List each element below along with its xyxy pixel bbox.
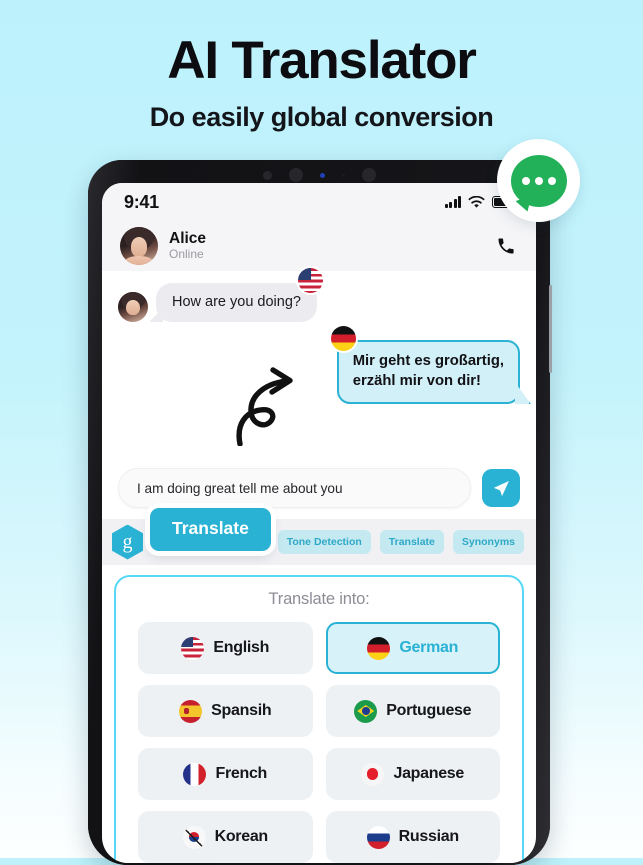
language-label: Russian (398, 828, 459, 845)
send-paper-plane-icon (493, 480, 509, 496)
language-grid: English German Spansih Portuguese French (138, 622, 500, 863)
curved-arrow-icon (220, 366, 306, 451)
device-side-button[interactable] (549, 285, 552, 373)
germany-flag-icon (367, 636, 391, 660)
language-option-english[interactable]: English (138, 622, 313, 674)
language-label: Portuguese (386, 702, 472, 719)
camera-microphone-icon (341, 173, 345, 177)
incoming-bubble-wrap: How are you doing? (156, 268, 323, 322)
incoming-message-text[interactable]: How are you doing? (156, 283, 317, 322)
contact-info: Alice Online (169, 230, 206, 262)
message-row-incoming: How are you doing? (118, 268, 520, 322)
spain-flag-icon (179, 699, 203, 723)
france-flag-icon (183, 762, 207, 786)
page-title: AI Translator (167, 31, 477, 90)
camera-sensor-icon (262, 170, 272, 180)
message-list: How are you doing? Mir geht es großartig… (102, 268, 536, 462)
camera-lens-icon (288, 168, 303, 182)
contact-presence: Online (169, 247, 204, 261)
phone-icon[interactable] (496, 236, 516, 256)
translate-into-title: Translate into: (268, 590, 370, 608)
outgoing-message-text[interactable]: Mir geht es großartig, erzähl mir von di… (336, 340, 520, 405)
message-input[interactable]: I am doing great tell me about you (118, 468, 471, 508)
suggestion-chips: Tone Detection Translate Synonyms (277, 530, 524, 554)
brazil-flag-icon (354, 699, 378, 723)
language-label: Korean (214, 828, 269, 845)
germany-flag-icon (330, 326, 356, 351)
tablet-device-frame: 9:41 Alice Online How are you doing? Mir… (88, 160, 552, 865)
chat-header: Alice Online (102, 221, 536, 271)
promo-header: AI Translator Do easily global conversio… (0, 0, 643, 133)
russia-flag-icon (366, 825, 390, 849)
translate-button[interactable]: Translate (150, 508, 271, 551)
avatar[interactable] (120, 227, 158, 265)
grammarly-hexagon-logo[interactable]: g (112, 524, 143, 560)
japan-flag-icon (361, 762, 385, 786)
united-states-flag-icon (297, 268, 323, 293)
language-option-spanish[interactable]: Spansih (138, 685, 313, 737)
outgoing-bubble-wrap: Mir geht es großartig, erzähl mir von di… (330, 326, 520, 405)
language-option-french[interactable]: French (138, 748, 313, 800)
language-label: English (213, 639, 270, 656)
chat-bubble-dots-icon (510, 154, 567, 207)
outgoing-message-line-1: Mir geht es großartig, (352, 353, 504, 369)
status-bar-clock: 9:41 (124, 191, 159, 212)
language-label: French (215, 765, 268, 782)
language-option-korean[interactable]: Korean (138, 811, 313, 863)
outgoing-message-line-2: erzähl mir von dir! (352, 372, 481, 389)
camera-led-icon (319, 172, 325, 178)
chip-tone-detection[interactable]: Tone Detection (277, 530, 371, 554)
language-label: Japanese (393, 765, 465, 782)
language-option-japanese[interactable]: Japanese (325, 748, 500, 800)
contact-name: Alice (169, 230, 207, 248)
message-row-outgoing: Mir geht es großartig, erzähl mir von di… (118, 326, 520, 405)
language-label: Spansih (211, 702, 272, 719)
signal-bars-icon (444, 196, 461, 208)
south-korea-flag-icon (182, 825, 206, 849)
status-bar: 9:41 (102, 183, 536, 221)
language-option-portuguese[interactable]: Portuguese (325, 685, 500, 737)
language-option-russian[interactable]: Russian (325, 811, 500, 863)
language-option-german[interactable]: German (325, 622, 500, 674)
camera-lens-secondary-icon (361, 168, 376, 182)
message-avatar (118, 292, 148, 322)
front-camera-cluster (88, 168, 550, 182)
wifi-icon (468, 195, 485, 208)
united-states-flag-icon (181, 636, 205, 660)
assistant-toolbar: g Tone Detection Translate Synonyms Tran… (102, 508, 536, 565)
chip-translate[interactable]: Translate (379, 530, 444, 554)
language-label: German (399, 639, 459, 656)
floating-chat-badge[interactable] (497, 139, 580, 222)
chip-synonyms[interactable]: Synonyms (452, 530, 524, 554)
device-screen: 9:41 Alice Online How are you doing? Mir… (102, 183, 536, 863)
send-button[interactable] (482, 469, 520, 507)
page-subtitle: Do easily global conversion (149, 102, 494, 133)
translate-into-panel: Translate into: English German Spansih P… (114, 575, 524, 863)
